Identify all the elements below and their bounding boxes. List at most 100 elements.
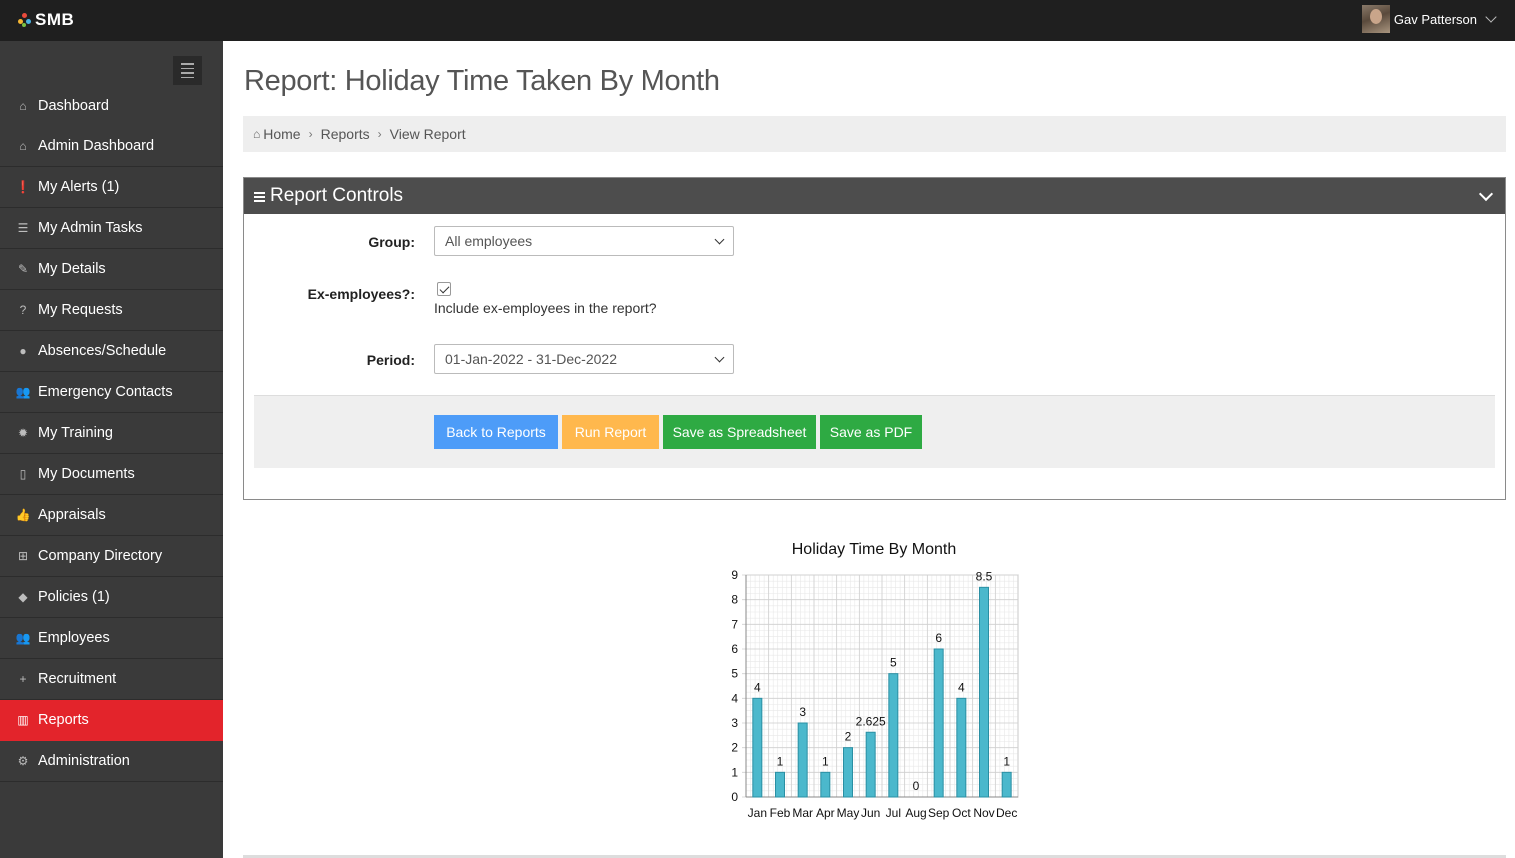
- breadcrumb-home[interactable]: Home: [263, 126, 300, 142]
- top-bar: SMB Gav Patterson: [0, 0, 1515, 41]
- sidebar-item-label: Emergency Contacts: [38, 384, 173, 400]
- sidebar-item-label: Absences/Schedule: [38, 343, 167, 359]
- y-tick-label: 0: [731, 790, 738, 804]
- sidebar-item-my-documents[interactable]: ▯ My Documents: [0, 454, 223, 495]
- bar-jul: [888, 673, 899, 798]
- bar-apr: [820, 771, 831, 798]
- globe-icon: ●: [19, 344, 27, 358]
- sidebar-item-admin-dashboard[interactable]: ⌂ Admin Dashboard: [0, 126, 223, 167]
- sidebar-item-label: Appraisals: [38, 507, 106, 523]
- ex-employees-text: Include ex-employees in the report?: [434, 300, 657, 316]
- sidebar-item-dashboard[interactable]: ⌂ Dashboard: [0, 85, 223, 126]
- y-tick-label: 2: [731, 741, 738, 755]
- data-label: 1: [822, 754, 829, 768]
- tags-icon: ◆: [18, 590, 28, 604]
- run-report-button[interactable]: Run Report: [562, 415, 659, 449]
- menu-toggle-button[interactable]: [173, 56, 202, 85]
- data-label: 4: [958, 680, 965, 694]
- group-select-value: All employees: [445, 233, 533, 249]
- back-to-reports-button[interactable]: Back to Reports: [434, 415, 558, 449]
- bar-mar: [797, 722, 808, 798]
- x-tick-label: Nov: [973, 806, 994, 820]
- y-tick-label: 4: [731, 691, 738, 705]
- x-tick-label: Jul: [886, 806, 901, 820]
- data-label: 1: [777, 754, 784, 768]
- avatar: [1361, 5, 1390, 33]
- question-icon: ?: [19, 303, 27, 317]
- report-actions: Back to Reports Run Report Save as Sprea…: [254, 395, 1495, 468]
- report-controls-header[interactable]: Report Controls: [244, 178, 1505, 214]
- sidebar-item-label: My Admin Tasks: [38, 220, 143, 236]
- sidebar-item-employees[interactable]: 👥 Employees: [0, 618, 223, 659]
- sidebar-item-label: Administration: [38, 753, 130, 769]
- smb-logo[interactable]: SMB: [18, 10, 74, 30]
- alert-icon: ❗: [15, 180, 31, 194]
- breadcrumb-separator: ›: [377, 127, 382, 141]
- x-tick-label: Jan: [748, 806, 767, 820]
- data-label: 1: [1003, 754, 1010, 768]
- bar-chart-icon: ▥: [17, 713, 29, 727]
- bar-jan: [752, 697, 763, 798]
- period-select-value: 01-Jan-2022 - 31-Dec-2022: [445, 351, 617, 367]
- x-tick-label: Mar: [792, 806, 813, 820]
- sidebar-item-my-alerts-1[interactable]: ❗ My Alerts (1): [0, 167, 223, 208]
- x-tick-label: Dec: [996, 806, 1017, 820]
- data-label: 8.5: [976, 569, 993, 583]
- breadcrumb: ⌂ Home › Reports › View Report: [243, 116, 1506, 152]
- sidebar-item-label: Recruitment: [38, 671, 117, 687]
- sidebar-item-my-admin-tasks[interactable]: ☰ My Admin Tasks: [0, 208, 223, 249]
- sidebar-item-my-training[interactable]: ✹ My Training: [0, 413, 223, 454]
- save-spreadsheet-button[interactable]: Save as Spreadsheet: [663, 415, 816, 449]
- sidebar-item-label: My Details: [38, 261, 106, 277]
- document-icon: ▯: [19, 467, 27, 481]
- save-pdf-button[interactable]: Save as PDF: [820, 415, 922, 449]
- bar-feb: [775, 771, 785, 798]
- x-tick-label: May: [837, 806, 860, 820]
- sidebar-item-administration[interactable]: ⚙ Administration: [0, 741, 223, 782]
- breadcrumb-reports[interactable]: Reports: [321, 126, 370, 142]
- y-tick-label: 6: [731, 642, 738, 656]
- sidebar-item-absences-schedule[interactable]: ● Absences/Schedule: [0, 331, 223, 372]
- x-tick-label: Sep: [928, 806, 950, 820]
- data-label: 6: [935, 631, 942, 645]
- sidebar-item-recruitment[interactable]: + Recruitment: [0, 659, 223, 700]
- sidebar-item-label: Dashboard: [38, 97, 109, 114]
- sitemap-icon: ⊞: [17, 549, 29, 563]
- user-name: Gav Patterson: [1393, 11, 1477, 27]
- period-select[interactable]: 01-Jan-2022 - 31-Dec-2022: [434, 344, 734, 374]
- ex-employees-label: Ex-employees?:: [307, 286, 415, 302]
- sidebar-item-appraisals[interactable]: 👍 Appraisals: [0, 495, 223, 536]
- x-tick-label: Feb: [770, 806, 791, 820]
- x-tick-label: Apr: [816, 806, 835, 820]
- thumbs-up-icon: 👍: [15, 508, 31, 522]
- sidebar-item-my-details[interactable]: ✎ My Details: [0, 249, 223, 290]
- y-tick-label: 8: [731, 593, 738, 607]
- sidebar-item-emergency-contacts[interactable]: 👥 Emergency Contacts: [0, 372, 223, 413]
- chevron-down-icon[interactable]: [1478, 186, 1494, 202]
- x-tick-label: Oct: [952, 806, 971, 820]
- chevron-down-icon: [1485, 10, 1497, 23]
- chevron-down-icon: [714, 352, 725, 363]
- bar-oct: [956, 697, 967, 798]
- users-icon: 👥: [15, 385, 31, 399]
- users-icon: 👥: [15, 631, 31, 645]
- list-icon: [254, 192, 265, 202]
- period-label: Period:: [366, 352, 415, 368]
- chevron-down-icon: [714, 234, 725, 245]
- ex-employees-checkbox[interactable]: [437, 282, 451, 296]
- sidebar-item-my-requests[interactable]: ? My Requests: [0, 290, 223, 331]
- user-menu[interactable]: Gav Patterson: [1361, 5, 1497, 33]
- y-tick-label: 9: [731, 568, 738, 582]
- group-select[interactable]: All employees: [434, 226, 734, 256]
- logo-text: SMB: [35, 10, 75, 29]
- sidebar-item-policies-1[interactable]: ◆ Policies (1): [0, 577, 223, 618]
- group-label: Group:: [368, 234, 415, 250]
- data-label: 4: [754, 680, 761, 694]
- x-tick-label: Aug: [905, 806, 926, 820]
- y-tick-label: 3: [731, 716, 738, 730]
- sidebar-item-company-directory[interactable]: ⊞ Company Directory: [0, 536, 223, 577]
- chart-title: Holiday Time By Month: [792, 541, 957, 558]
- sidebar: ⌂ Dashboard ⌂ Admin Dashboard ❗ My Alerts (1)…: [0, 41, 223, 858]
- bar-sep: [933, 648, 944, 798]
- sidebar-item-reports[interactable]: ▥ Reports: [0, 700, 223, 741]
